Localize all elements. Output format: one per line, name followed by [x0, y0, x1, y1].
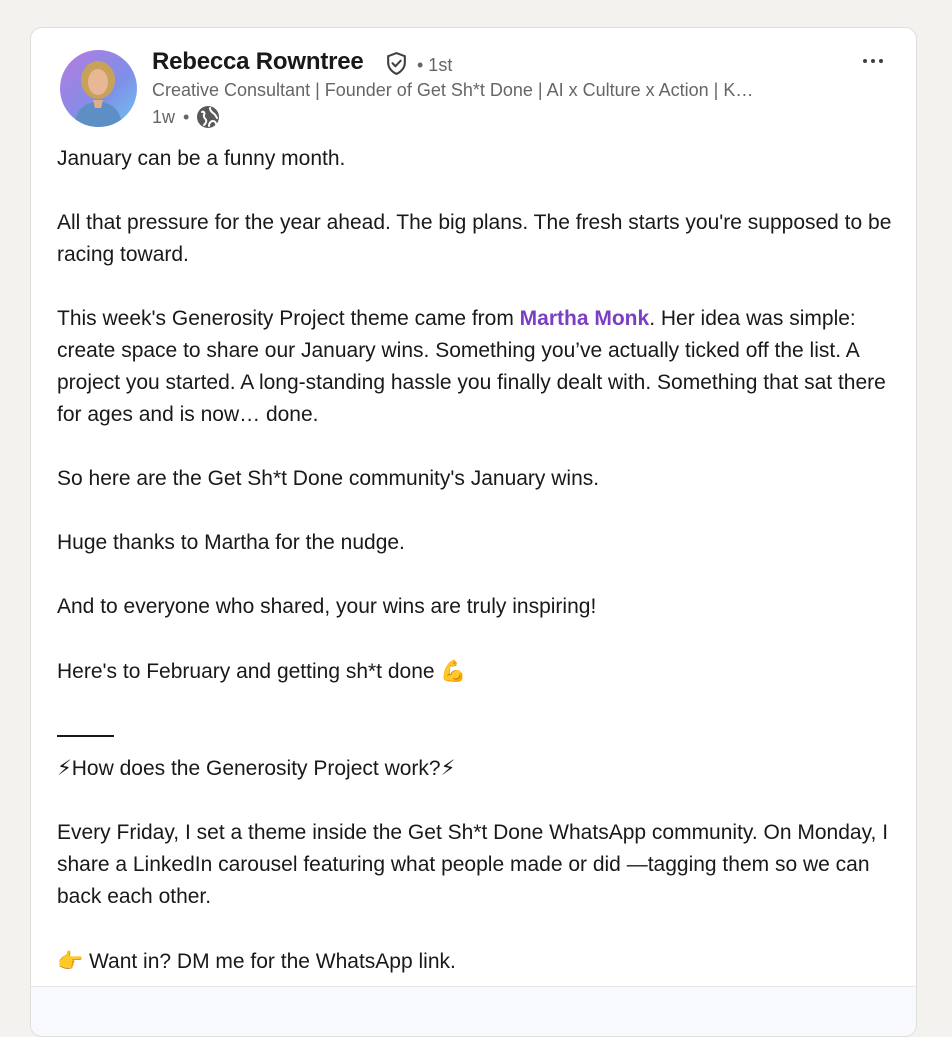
post-paragraph: January can be a funny month. [57, 147, 346, 170]
post-paragraph: ⚡How does the Generosity Project work?⚡ [57, 752, 907, 785]
mention-link[interactable]: Martha Monk [520, 307, 650, 330]
post-paragraph: And to everyone who shared, your wins ar… [57, 595, 597, 618]
post-paragraph: Here's to February and getting sh*t done… [57, 655, 907, 688]
verified-shield-icon [387, 51, 406, 76]
author-headline[interactable]: Creative Consultant | Founder of Get Sh*… [152, 80, 832, 101]
post-paragraph: This week's Generosity Project theme cam… [57, 303, 907, 431]
post-text: This week's Generosity Project theme cam… [57, 307, 520, 330]
author-photo [60, 50, 137, 127]
author-name[interactable]: Rebecca Rowntree [152, 48, 364, 76]
post-paragraph: All that pressure for the year ahead. Th… [57, 211, 898, 266]
lightning-emoji: ⚡ [440, 756, 456, 780]
post-card: Rebecca Rowntree • 1st Creative Consulta… [30, 27, 917, 1037]
lightning-emoji: ⚡ [57, 756, 72, 780]
post-paragraph: 👉 Want in? DM me for the WhatsApp link. [57, 945, 907, 978]
post-paragraph: Huge thanks to Martha for the nudge. [57, 531, 405, 554]
post-text: Want in? DM me for the WhatsApp link. [83, 950, 456, 973]
post-paragraph: Every Friday, I set a theme inside the G… [57, 821, 894, 908]
divider-line [57, 735, 114, 738]
post-body: January can be a funny month. All that p… [57, 143, 907, 1010]
post-text: How does the Generosity Project work? [71, 757, 441, 780]
more-options-button[interactable] [855, 48, 891, 74]
post-text: Here's to February and getting sh*t done [57, 660, 435, 683]
flexed-biceps-emoji: 💪 [440, 659, 467, 683]
globe-icon [197, 106, 219, 128]
more-horizontal-icon [863, 59, 867, 63]
divider-paragraph [57, 720, 907, 752]
meta-separator: • [183, 107, 190, 127]
author-avatar[interactable] [60, 50, 137, 127]
post-timestamp: 1w [152, 107, 176, 127]
post-media-area [31, 986, 916, 1036]
pointing-right-emoji: 👉 [57, 949, 84, 973]
connection-degree: • 1st [417, 55, 453, 75]
post-paragraph: So here are the Get Sh*t Done community'… [57, 467, 600, 490]
